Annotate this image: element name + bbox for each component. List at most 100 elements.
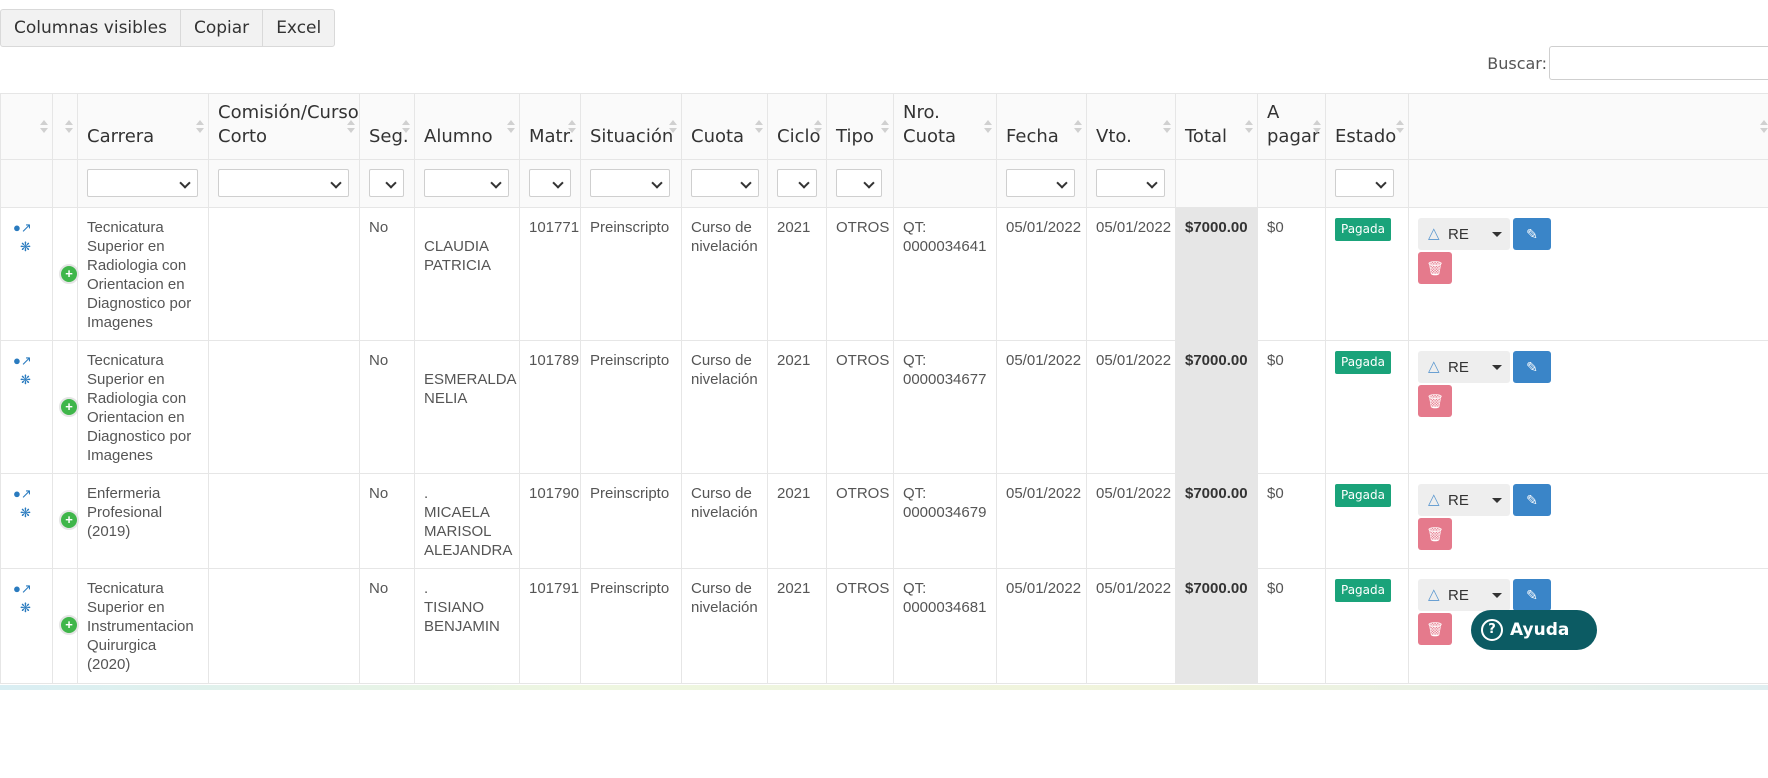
col-header-actions[interactable] xyxy=(1408,93,1768,160)
bug-icon[interactable]: ❋ xyxy=(20,373,31,387)
receipt-dropdown[interactable]: △ RE xyxy=(1418,579,1510,611)
col-header-a-pagar[interactable]: A pagar xyxy=(1257,93,1326,160)
col-header-cuota[interactable]: Cuota xyxy=(681,93,768,160)
filter-vto-select[interactable] xyxy=(1096,169,1165,197)
caret-down-icon xyxy=(1492,593,1502,598)
delete-button[interactable]: 🗑 xyxy=(1418,613,1452,645)
filter-tipo-select[interactable] xyxy=(836,169,882,197)
col-header-comision[interactable]: Comisión/Curso Corto xyxy=(208,93,360,160)
delete-button[interactable]: 🗑 xyxy=(1418,385,1452,417)
edit-button[interactable]: ✎ xyxy=(1513,351,1551,383)
receipt-dropdown[interactable]: △ RE xyxy=(1418,351,1510,383)
user-icon[interactable]: ● xyxy=(13,487,21,501)
sort-icon xyxy=(755,120,763,136)
sort-icon xyxy=(1163,120,1171,136)
filter-ciclo-select[interactable] xyxy=(777,169,817,197)
expand-row-icon[interactable]: + xyxy=(59,397,79,417)
edit-icon: ✎ xyxy=(1526,359,1538,375)
caret-down-icon xyxy=(1492,498,1502,503)
search-input[interactable] xyxy=(1549,46,1768,80)
col-header-nro-cuota[interactable]: Nro. Cuota xyxy=(893,93,997,160)
edit-button[interactable]: ✎ xyxy=(1513,484,1551,516)
col-header-fecha[interactable]: Fecha xyxy=(996,93,1087,160)
expand-row-icon[interactable]: + xyxy=(59,510,79,530)
filter-estado-select[interactable] xyxy=(1335,169,1394,197)
sort-icon xyxy=(881,120,889,136)
trash-icon: 🗑 xyxy=(1426,260,1444,276)
col-header-alumno[interactable]: Alumno xyxy=(414,93,520,160)
excel-button[interactable]: Excel xyxy=(262,9,336,47)
col-header-icons[interactable] xyxy=(0,93,53,160)
receipt-dropdown[interactable]: △ RE xyxy=(1418,218,1510,250)
page-bottom xyxy=(0,690,1768,778)
status-badge: Pagada xyxy=(1335,218,1391,241)
header-row: Carrera Comisión/Curso Corto Seg. Alumno… xyxy=(0,93,1768,160)
sort-icon xyxy=(402,120,410,136)
col-header-tipo[interactable]: Tipo xyxy=(826,93,894,160)
external-link-icon[interactable]: ↗ xyxy=(21,354,32,368)
col-header-matr[interactable]: Matr. xyxy=(519,93,581,160)
delete-button[interactable]: 🗑 xyxy=(1418,252,1452,284)
caret-down-icon xyxy=(1492,232,1502,237)
question-icon: ? xyxy=(1481,619,1503,641)
table-row[interactable]: ●↗ ❋ + Tecnicatura Superior en Radiologia… xyxy=(0,340,1768,474)
help-button[interactable]: ? Ayuda xyxy=(1471,610,1597,650)
filter-cuota-select[interactable] xyxy=(691,169,759,197)
user-icon[interactable]: ● xyxy=(13,582,21,596)
filter-seg-select[interactable] xyxy=(369,169,404,197)
table-row[interactable]: ●↗ ❋ + Enfermeria Profesional (2019) No .… xyxy=(0,473,1768,569)
filter-row xyxy=(0,159,1768,208)
col-header-ciclo[interactable]: Ciclo xyxy=(767,93,827,160)
edit-icon: ✎ xyxy=(1526,226,1538,242)
col-header-seg[interactable]: Seg. xyxy=(359,93,415,160)
col-header-total[interactable]: Total xyxy=(1175,93,1258,160)
col-header-situacion[interactable]: Situación xyxy=(580,93,682,160)
bug-icon[interactable]: ❋ xyxy=(20,506,31,520)
status-badge: Pagada xyxy=(1335,484,1391,507)
warning-icon: △ xyxy=(1428,491,1440,508)
warning-icon: △ xyxy=(1428,586,1440,603)
sort-icon xyxy=(65,120,73,136)
expand-row-icon[interactable]: + xyxy=(59,615,79,635)
sort-icon xyxy=(196,120,204,136)
sort-icon xyxy=(1074,120,1082,136)
edit-button[interactable]: ✎ xyxy=(1513,218,1551,250)
external-link-icon[interactable]: ↗ xyxy=(21,582,32,596)
filter-carrera-select[interactable] xyxy=(87,169,198,197)
edit-icon: ✎ xyxy=(1526,587,1538,603)
sort-icon xyxy=(984,120,992,136)
edit-icon: ✎ xyxy=(1526,492,1538,508)
bug-icon[interactable]: ❋ xyxy=(20,601,31,615)
filter-alumno-select[interactable] xyxy=(424,169,509,197)
col-header-add[interactable] xyxy=(52,93,78,160)
col-header-carrera[interactable]: Carrera xyxy=(77,93,209,160)
delete-button[interactable]: 🗑 xyxy=(1418,518,1452,550)
filter-situacion-select[interactable] xyxy=(590,169,670,197)
user-icon[interactable]: ● xyxy=(13,354,21,368)
sort-icon xyxy=(507,120,515,136)
status-badge: Pagada xyxy=(1335,579,1391,602)
filter-fecha-select[interactable] xyxy=(1006,169,1075,197)
copy-button[interactable]: Copiar xyxy=(179,9,264,47)
edit-button[interactable]: ✎ xyxy=(1513,579,1551,611)
columns-visible-button[interactable]: Columnas visibles xyxy=(0,9,181,47)
external-link-icon[interactable]: ↗ xyxy=(21,487,32,501)
sort-icon xyxy=(40,120,48,136)
search-label: Buscar: xyxy=(1487,53,1547,73)
table-row[interactable]: ●↗ ❋ + Tecnicatura Superior en Radiologia… xyxy=(0,207,1768,341)
trash-icon: 🗑 xyxy=(1426,621,1444,637)
filter-matr-select[interactable] xyxy=(529,169,571,197)
sort-icon xyxy=(1245,120,1253,136)
receipt-dropdown[interactable]: △ RE xyxy=(1418,484,1510,516)
col-header-vto[interactable]: Vto. xyxy=(1086,93,1176,160)
expand-row-icon[interactable]: + xyxy=(59,264,79,284)
warning-icon: △ xyxy=(1428,358,1440,375)
filter-comision-select[interactable] xyxy=(218,169,349,197)
user-icon[interactable]: ● xyxy=(13,221,21,235)
col-header-estado[interactable]: Estado xyxy=(1325,93,1409,160)
trash-icon: 🗑 xyxy=(1426,393,1444,409)
toolbar: Columnas visibles Copiar Excel xyxy=(0,9,336,47)
sort-icon xyxy=(669,120,677,136)
external-link-icon[interactable]: ↗ xyxy=(21,221,32,235)
bug-icon[interactable]: ❋ xyxy=(20,240,31,254)
